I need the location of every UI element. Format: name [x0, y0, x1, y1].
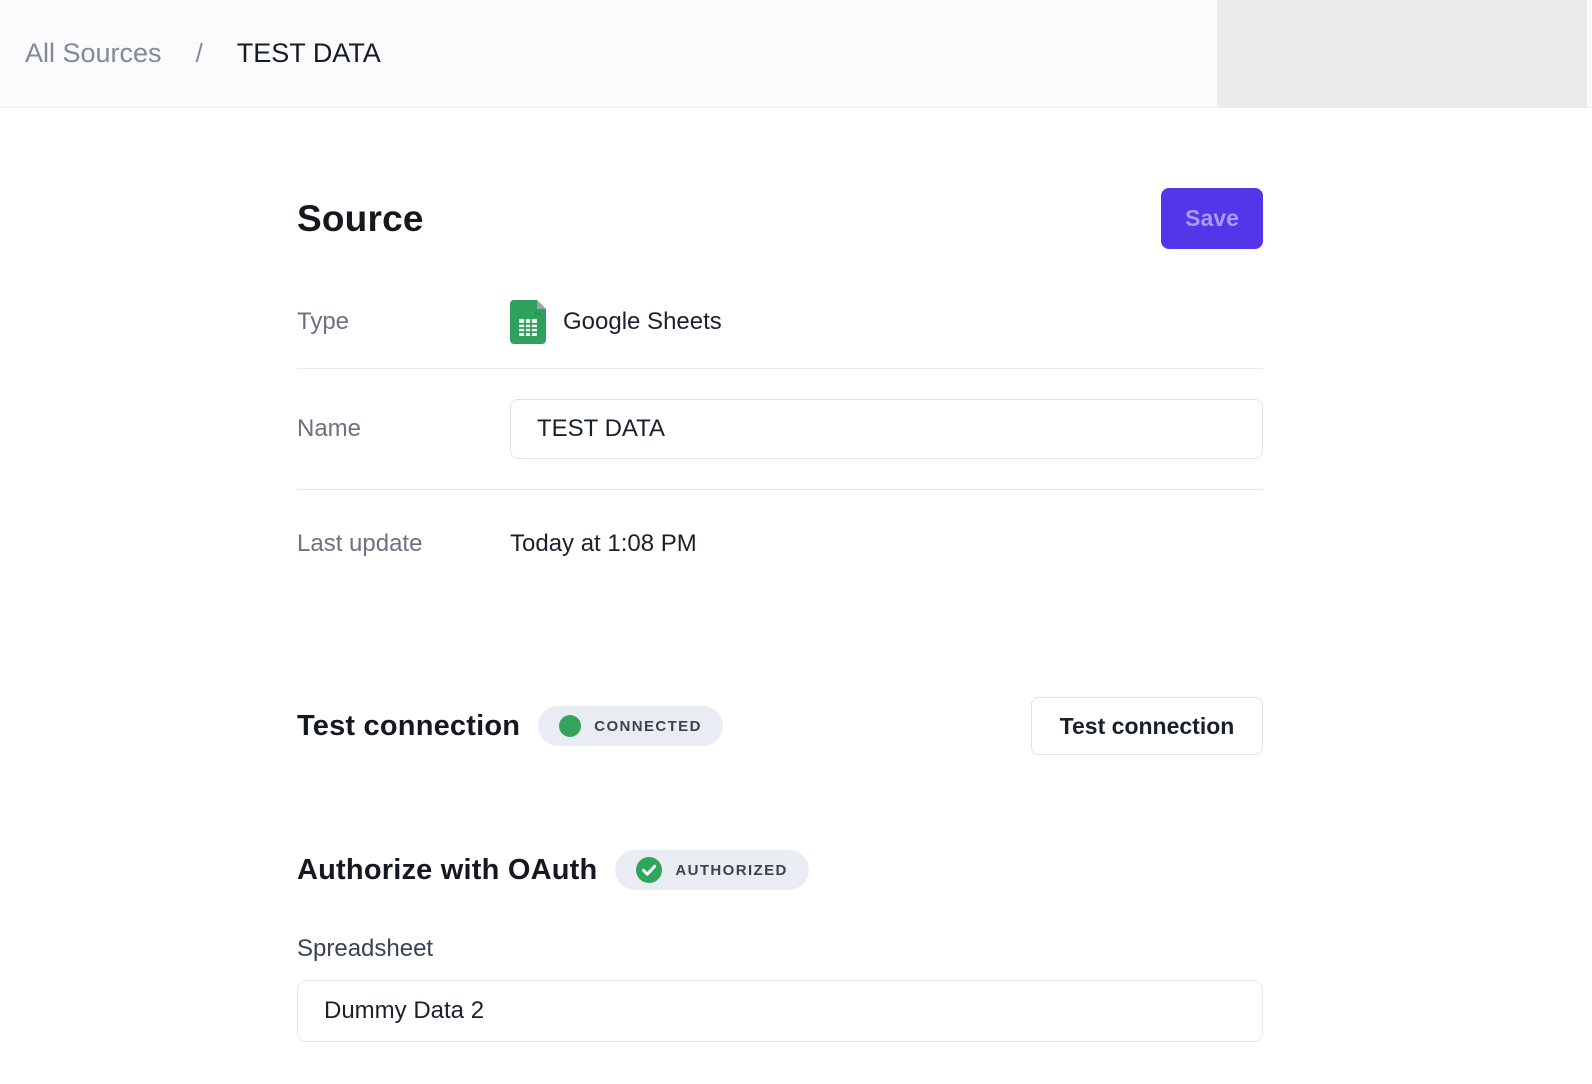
last-update-value: Today at 1:08 PM [510, 530, 697, 558]
top-bar: All Sources / TEST DATA [0, 0, 1592, 108]
test-connection-button[interactable]: Test connection [1031, 697, 1263, 755]
type-value-text: Google Sheets [563, 308, 722, 336]
oauth-section: Authorize with OAuth AUTHORIZED Spreadsh… [297, 850, 1263, 1042]
source-section: Source Save Type Google Sheets Name [297, 188, 1263, 576]
breadcrumb-separator: / [196, 38, 203, 69]
connected-status-badge: CONNECTED [538, 706, 723, 746]
name-field-row: Name [297, 369, 1263, 489]
page-title: Source [297, 198, 424, 240]
breadcrumb: All Sources / TEST DATA [25, 38, 381, 69]
last-update-field-label: Last update [297, 530, 510, 558]
green-dot-icon [559, 715, 581, 737]
header-gray-panel [1217, 0, 1587, 107]
name-input[interactable] [510, 399, 1263, 459]
breadcrumb-all-sources-link[interactable]: All Sources [25, 38, 162, 69]
test-connection-title: Test connection [297, 710, 520, 743]
last-update-field-row: Last update Today at 1:08 PM [297, 490, 1263, 576]
test-connection-section: Test connection CONNECTED Test connectio… [297, 697, 1263, 755]
source-settings-page: Source Save Type Google Sheets Name [297, 108, 1263, 1042]
breadcrumb-current-page: TEST DATA [237, 38, 381, 69]
type-field-label: Type [297, 308, 510, 336]
source-section-header: Source Save [297, 188, 1263, 249]
spreadsheet-select[interactable] [297, 980, 1263, 1042]
authorized-status-label: AUTHORIZED [675, 862, 787, 879]
type-field-row: Type Google Sheets [297, 249, 1263, 368]
save-button[interactable]: Save [1161, 188, 1263, 249]
google-sheets-icon [510, 300, 546, 344]
connected-status-label: CONNECTED [594, 718, 702, 735]
oauth-section-header: Authorize with OAuth AUTHORIZED [297, 850, 1263, 890]
type-field-value: Google Sheets [510, 300, 722, 344]
spreadsheet-label: Spreadsheet [297, 935, 1263, 963]
oauth-title: Authorize with OAuth [297, 854, 597, 887]
authorized-status-badge: AUTHORIZED [615, 850, 808, 890]
name-field-label: Name [297, 415, 510, 443]
check-circle-icon [636, 857, 662, 883]
spreadsheet-input-wrap [297, 980, 1263, 1042]
